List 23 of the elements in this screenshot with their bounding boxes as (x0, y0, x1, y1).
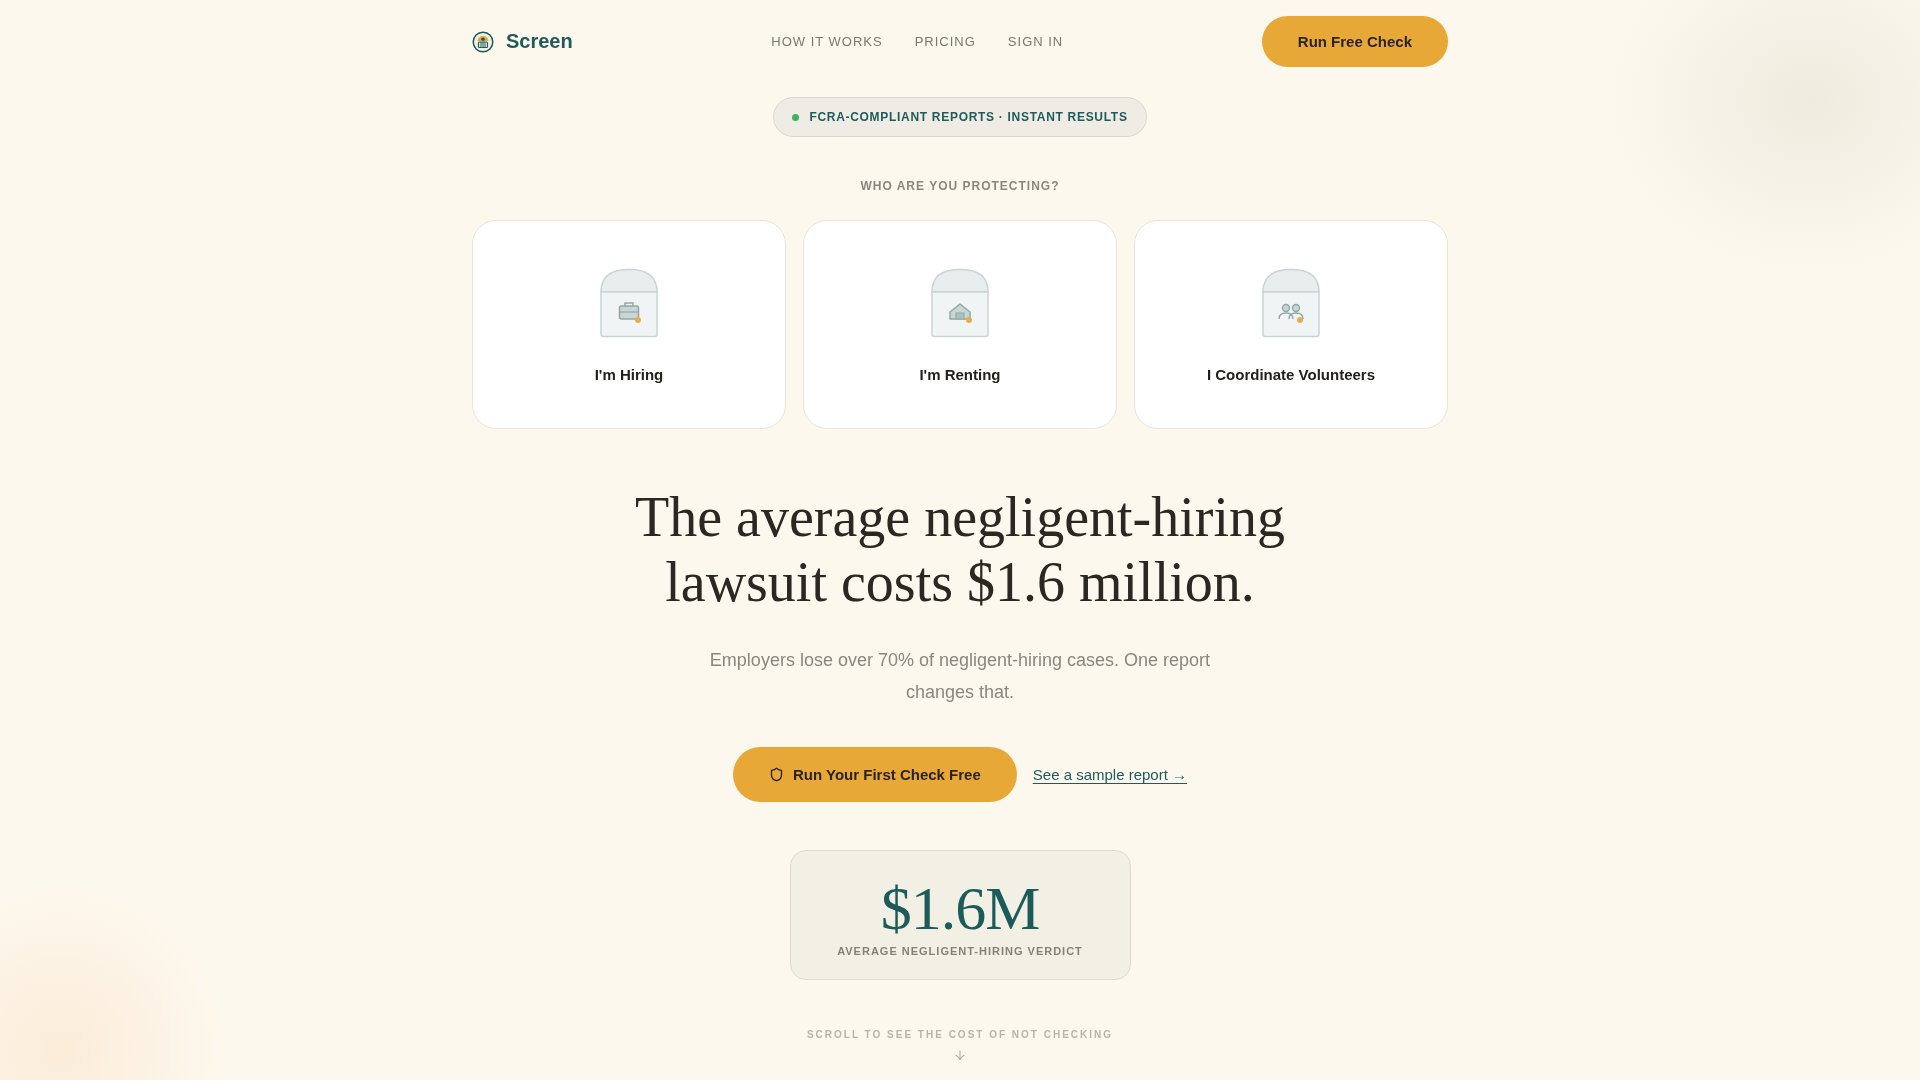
audience-card[interactable]: I'm Renting (803, 220, 1117, 429)
section-heading: WHO ARE YOU PROTECTING? (860, 179, 1060, 193)
status-dot-icon (792, 113, 800, 121)
stat-label: AVERAGE NEGLIGENT-HIRING VERDICT (837, 945, 1083, 957)
house-icon (931, 268, 989, 338)
sample-report-link[interactable]: See a sample report → (1032, 766, 1188, 783)
nav-link[interactable]: PRICING (914, 34, 976, 49)
briefcase-icon (600, 268, 658, 338)
nav-link[interactable]: HOW IT WORKS (771, 34, 883, 49)
run-free-check-button[interactable]: Run Free Check (1261, 16, 1448, 67)
people-icon (1262, 268, 1320, 338)
shield-icon (768, 767, 784, 782)
audience-card[interactable]: I'm Hiring (472, 220, 786, 429)
nav-link[interactable]: SIGN IN (1007, 34, 1064, 49)
audience-card[interactable]: I Coordinate Volunteers (1134, 220, 1448, 429)
headline: The average negligent-hiring lawsuit costs $1.6 million. (634, 485, 1286, 615)
run-first-check-button[interactable]: Run Your First Check Free (732, 747, 1017, 802)
scroll-hint: SCROLL TO SEE THE COST OF NOT CHECKING (806, 1029, 1114, 1040)
logo-icon (472, 30, 494, 53)
brand-name: Screen (506, 30, 573, 53)
stat-value: $1.6M (880, 873, 1040, 943)
subtitle: Employers lose over 70% of negligent-hiring cases. One report changes that. (708, 649, 1212, 704)
badge-text: FCRA-COMPLIANT REPORTS · INSTANT RESULTS (809, 110, 1128, 124)
